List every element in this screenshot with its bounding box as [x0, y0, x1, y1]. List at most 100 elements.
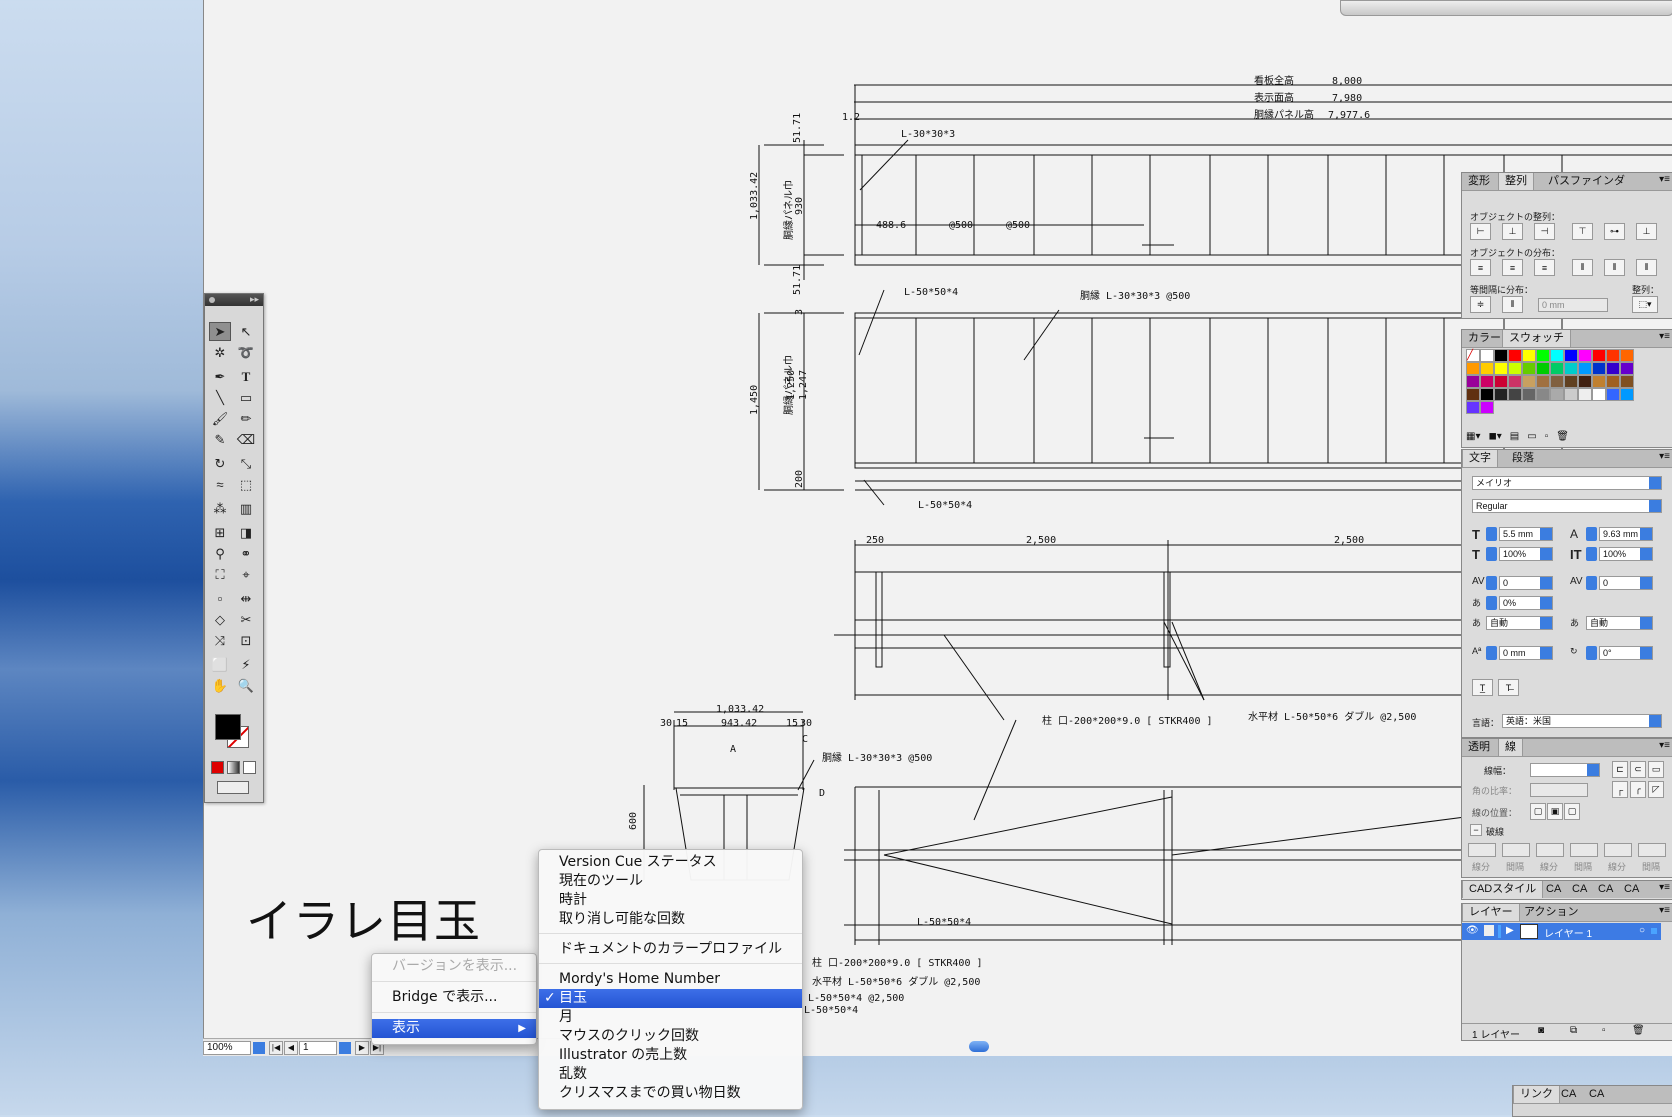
horizontal-scroll-thumb[interactable] — [969, 1041, 989, 1052]
swatch[interactable] — [1578, 375, 1592, 388]
dropdown-icon[interactable] — [1640, 577, 1652, 589]
align-outside-stroke-icon[interactable]: ▢ — [1564, 803, 1580, 820]
distribute-vspace-icon[interactable]: ≑ — [1470, 296, 1491, 313]
distribute-hspace-icon[interactable]: ⫴ — [1502, 296, 1523, 313]
reshape-tool-icon[interactable]: ◇ — [209, 610, 231, 629]
swatch[interactable] — [1606, 388, 1620, 401]
dash-field[interactable] — [1604, 843, 1632, 857]
swatch[interactable] — [1564, 349, 1578, 362]
swatch-library-icon[interactable]: ▦▾ — [1466, 431, 1480, 444]
tab-actions[interactable]: アクション — [1518, 904, 1584, 921]
swatch[interactable] — [1550, 388, 1564, 401]
dropdown-icon[interactable] — [1540, 548, 1552, 560]
dropdown-icon[interactable] — [1540, 577, 1552, 589]
join-round-icon[interactable]: ╭ — [1630, 781, 1646, 798]
align-hcenter-icon[interactable]: ⊥ — [1502, 223, 1523, 240]
swatch[interactable] — [1620, 362, 1634, 375]
top-control-widget[interactable] — [1340, 0, 1672, 16]
stroke-weight-field[interactable] — [1530, 763, 1600, 777]
pencil-tool-icon[interactable]: ✏ — [235, 409, 257, 428]
artboard-tool-icon[interactable]: ⬜ — [209, 655, 231, 674]
expand-triangle-icon[interactable]: ▶ — [1506, 925, 1514, 936]
swatch[interactable] — [1578, 362, 1592, 375]
tab-color[interactable]: カラー — [1462, 330, 1507, 347]
swatch[interactable] — [1480, 349, 1494, 362]
swatch[interactable] — [1466, 388, 1480, 401]
align-inside-stroke-icon[interactable]: ▣ — [1547, 803, 1563, 820]
baseline-field[interactable]: 0 mm — [1499, 646, 1553, 660]
swatch[interactable] — [1620, 375, 1634, 388]
slice-tool-icon[interactable]: ⇹ — [235, 589, 257, 608]
magic-wand-tool-icon[interactable]: ✲ — [209, 343, 231, 362]
swatch[interactable] — [1522, 362, 1536, 375]
tab-align[interactable]: 整列 — [1498, 173, 1534, 190]
live-paint-bucket-tool-icon[interactable]: ⛶ — [209, 565, 231, 584]
crop-area-tool-icon[interactable]: ▫ — [209, 589, 231, 608]
direct-selection-tool-icon[interactable]: ↖ — [235, 322, 257, 341]
tab-character[interactable]: 文字 — [1462, 450, 1498, 467]
swatch[interactable] — [1592, 375, 1606, 388]
swatch[interactable] — [1508, 349, 1522, 362]
prev-page-button[interactable]: ◀ — [284, 1040, 298, 1055]
live-paint-selection-tool-icon[interactable]: ⌖ — [235, 565, 257, 584]
swatch[interactable] — [1494, 362, 1508, 375]
selection-tool-icon[interactable]: ➤ — [209, 322, 231, 341]
tab-transform[interactable]: 変形 — [1462, 173, 1496, 190]
align-right-icon[interactable]: ⊣ — [1534, 223, 1555, 240]
tracking-field[interactable]: 0 — [1599, 576, 1653, 590]
layer-name[interactable]: レイヤー 1 — [1544, 925, 1592, 940]
swatch[interactable] — [1536, 375, 1550, 388]
tab-ca-3[interactable]: CA — [1592, 881, 1619, 898]
dropdown-icon[interactable] — [1640, 528, 1652, 540]
distribute-vcenter-icon[interactable]: ≡ — [1502, 259, 1523, 276]
tab-ca-4[interactable]: CA — [1618, 881, 1645, 898]
cap-square-icon[interactable]: ▭ — [1648, 761, 1664, 778]
swatch[interactable] — [1564, 388, 1578, 401]
font-size-stepper[interactable] — [1486, 527, 1497, 541]
miter-limit-field[interactable] — [1530, 783, 1588, 797]
new-sublayer-icon[interactable]: ⧉ — [1570, 1025, 1577, 1036]
strikethrough-icon[interactable]: T̶ — [1498, 679, 1519, 696]
dashed-line-checkbox[interactable]: − — [1470, 824, 1482, 836]
menu-item-show[interactable]: 表示 ▶ — [372, 1019, 536, 1038]
v-scale-stepper[interactable] — [1486, 547, 1497, 561]
submenu-item-sales[interactable]: Illustrator の売上数 — [539, 1046, 802, 1065]
rectangle-tool-icon[interactable]: ▭ — [235, 388, 257, 407]
zoom-dropdown[interactable] — [253, 1041, 265, 1054]
new-swatch-icon[interactable]: ▫ — [1545, 431, 1549, 444]
eraser-tool-icon[interactable]: ⌫ — [235, 430, 257, 449]
mesh-tool-icon[interactable]: ⊞ — [209, 523, 231, 542]
menu-item-show-in-bridge[interactable]: Bridge で表示... — [372, 988, 536, 1007]
distribute-left-icon[interactable]: ⦀ — [1572, 259, 1593, 276]
hand-tool-icon[interactable]: ✋ — [209, 676, 231, 695]
tab-ca-5[interactable]: CA — [1555, 1086, 1582, 1103]
tab-ca-2[interactable]: CA — [1566, 881, 1593, 898]
dropdown-icon[interactable] — [1640, 548, 1652, 560]
kerning-stepper[interactable] — [1486, 576, 1497, 590]
dash-field[interactable] — [1536, 843, 1564, 857]
first-page-button[interactable]: |◀ — [269, 1040, 283, 1055]
swatch[interactable] — [1466, 362, 1480, 375]
leading-field[interactable]: 9.63 mm — [1599, 527, 1653, 541]
none-mode-button[interactable] — [243, 761, 256, 774]
paintbrush-tool-icon[interactable]: 🖌 — [209, 409, 231, 428]
tab-pathfinder[interactable]: パスファインダ — [1542, 173, 1631, 190]
distribute-right-icon[interactable]: ⦀ — [1636, 259, 1657, 276]
gradient-mode-button[interactable] — [227, 761, 240, 774]
spacing-value-field[interactable]: 0 mm — [1538, 298, 1608, 312]
type-tool-icon[interactable]: T — [235, 367, 257, 386]
h-scale-field[interactable]: 100% — [1599, 547, 1653, 561]
zoom-area-tool-icon[interactable]: ⊡ — [235, 631, 257, 650]
join-bevel-icon[interactable]: ◸ — [1648, 781, 1664, 798]
layer-row[interactable]: 👁 ▶ レイヤー 1 ○ — [1462, 923, 1661, 940]
delete-layer-icon[interactable]: 🗑 — [1632, 1025, 1645, 1036]
dropdown-icon[interactable] — [1587, 764, 1599, 776]
dropdown-icon[interactable] — [1640, 617, 1652, 629]
panel-menu-icon[interactable]: ▾≡ — [1659, 882, 1670, 893]
panel-menu-icon[interactable]: ▾≡ — [1659, 451, 1670, 462]
submenu-item-mordy[interactable]: Mordy's Home Number — [539, 970, 802, 989]
swatch[interactable] — [1536, 362, 1550, 375]
h-scale-stepper[interactable] — [1586, 547, 1597, 561]
swatch[interactable] — [1550, 362, 1564, 375]
v-scale-field[interactable]: 100% — [1499, 547, 1553, 561]
